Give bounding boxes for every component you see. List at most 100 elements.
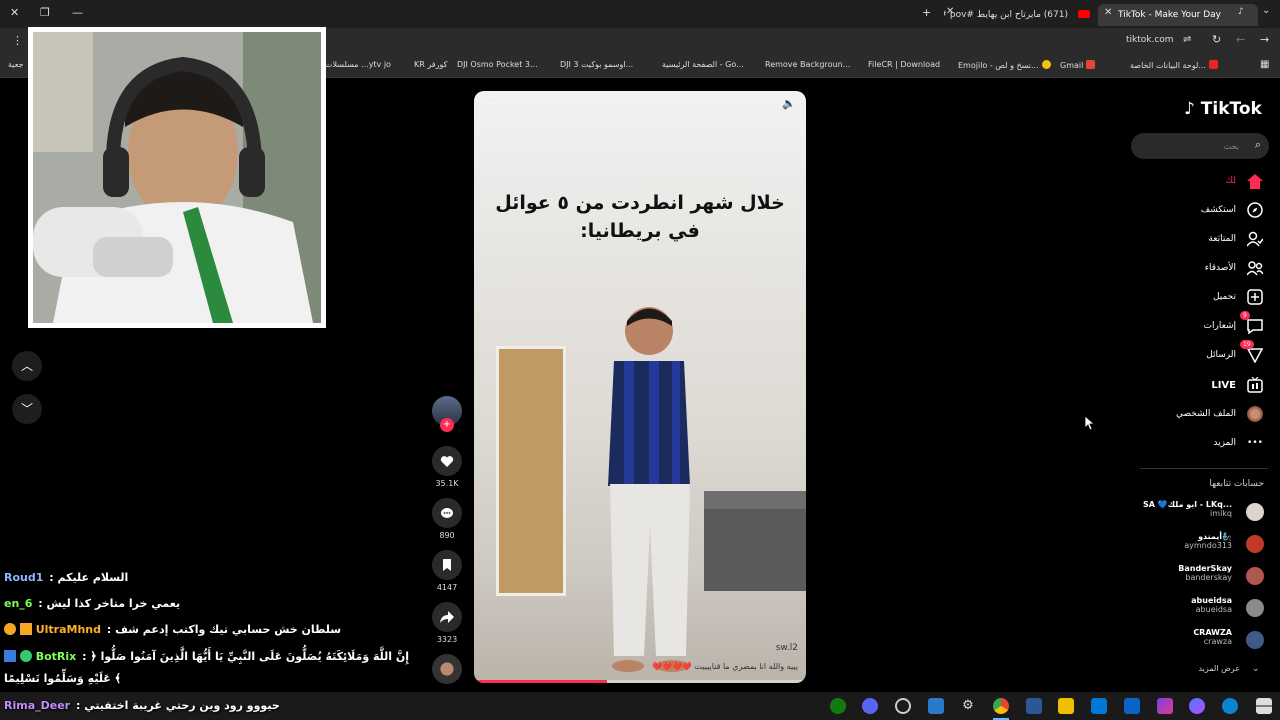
nav-messages[interactable]: الرسائل 19 (1206, 340, 1264, 366)
minimize-window-icon[interactable]: — (72, 6, 83, 19)
verified-icon (19, 650, 32, 662)
bookmark-item[interactable]: KR كورفر (414, 60, 447, 69)
video-player[interactable]: ··· 🔈 خلال شهر انطردت من ٥ عوائل في بريط… (474, 91, 806, 683)
share-icon[interactable] (432, 602, 462, 632)
chat-message: en_6 : يعمي خرا متاخر كذا ليش (4, 597, 181, 610)
nav-upload[interactable]: تحميل (1213, 286, 1264, 308)
account-avatar[interactable] (1246, 535, 1264, 553)
following-account[interactable]: CRAWZA crawza (1193, 628, 1232, 646)
edge-icon[interactable] (1222, 698, 1238, 714)
bookmark-item[interactable]: الصفحة الرئيسية - Go... (662, 60, 744, 69)
bed-image (704, 491, 806, 591)
menu-dots-icon[interactable]: ⋮ (12, 34, 23, 47)
apps-grid-icon[interactable]: ▦ (1260, 59, 1269, 70)
restore-window-icon[interactable]: ❐ (40, 6, 50, 19)
comment-icon[interactable] (432, 498, 462, 528)
mouse-cursor-icon (1085, 416, 1095, 431)
more-icon: ••• (1247, 438, 1263, 448)
live-icon (1246, 376, 1264, 394)
send-icon: 19 (1240, 340, 1264, 364)
obs-icon[interactable] (895, 698, 911, 714)
teams-icon[interactable] (1157, 698, 1173, 714)
bookmark-item[interactable]: جعية (8, 60, 24, 69)
volume-icon[interactable]: 🔈 (782, 97, 796, 110)
creator-avatar-button[interactable]: + (432, 396, 462, 432)
save-action[interactable]: 4147 (432, 550, 462, 592)
message-badge: 19 (1240, 340, 1254, 349)
bookmark-item[interactable]: مسلسلات ...ytv jo (325, 60, 391, 69)
bookmark-icon[interactable] (432, 550, 462, 580)
following-title: حسابات تتابعها (1209, 479, 1264, 489)
following-account[interactable]: SA 💙ابو ملك - LKq... imlkq (1143, 500, 1232, 518)
tab-tiktok[interactable]: TikTok - Make Your Day (1098, 4, 1258, 26)
forward-icon[interactable]: ← (1236, 33, 1245, 46)
browser-tab-bar: ✕ ❐ — + (671) مايرتاح ابن يهايط #pov #تك… (0, 0, 1280, 28)
tiktok-logo[interactable]: ♪ TikTok (1184, 99, 1262, 119)
crown-icon (19, 623, 32, 635)
settings-gear-icon[interactable]: ⚙ (960, 698, 976, 714)
file-explorer-icon[interactable] (1058, 698, 1074, 714)
nav-live[interactable]: LIVE (1211, 374, 1264, 396)
follow-plus-icon[interactable]: + (440, 418, 454, 432)
nav-more[interactable]: المزيد ••• (1213, 432, 1264, 454)
outlook-icon[interactable] (1124, 698, 1140, 714)
video-progress-bar[interactable] (474, 680, 806, 683)
close-window-icon[interactable]: ✕ (10, 6, 19, 19)
like-action[interactable]: 35.1K (432, 446, 462, 488)
following-account[interactable]: abueidsa abueidsa (1191, 596, 1232, 614)
bookmark-item[interactable]: لوحة البيانات الخاصة... (1130, 60, 1218, 70)
url-field[interactable]: tiktok.com (1126, 35, 1174, 45)
site-settings-icon[interactable]: ⇌ (1183, 34, 1191, 45)
xbox-icon[interactable] (830, 698, 846, 714)
search-box[interactable]: ⌕ (1131, 133, 1269, 159)
tab-search-icon[interactable]: ⌄ (1262, 5, 1270, 16)
windows-start-icon[interactable] (1256, 698, 1272, 714)
comment-action[interactable]: 890 (432, 498, 462, 540)
see-more-link[interactable]: عرض المزيد (1198, 664, 1240, 673)
back-icon[interactable]: → (1260, 33, 1269, 46)
reload-icon[interactable]: ↻ (1212, 33, 1221, 46)
following-account[interactable]: أيمندو🧞 aymndo313 (1184, 532, 1232, 550)
nav-for-you[interactable]: لك (1226, 170, 1264, 192)
bookmark-item[interactable]: DJI Osmo Pocket 3... (457, 60, 538, 69)
chat-message: Rima_Deer : حيووو رود وين رحتي غريبة اخت… (4, 699, 280, 712)
following-account[interactable]: BanderSkay banderskay (1178, 564, 1232, 582)
nav-notifications[interactable]: إشعارات 9 (1204, 311, 1264, 337)
previous-video-button[interactable]: ︿ (12, 351, 42, 381)
bookmark-item[interactable]: Emojilo - نسخ و لص... (958, 60, 1051, 70)
tab-youtube[interactable]: (671) مايرتاح ابن يهايط #pov #تك (944, 4, 1094, 26)
share-action[interactable]: 3323 (432, 602, 462, 644)
webcam-overlay (28, 27, 326, 328)
sound-disc-button[interactable] (432, 654, 462, 684)
chrome-icon[interactable] (993, 698, 1009, 714)
new-tab-icon[interactable]: + (922, 6, 931, 19)
chat-message-continuation: عَلَيْهِ وَسَلِّمُوا تَسْلِيمًا ﴾ (4, 672, 122, 685)
bookmark-item[interactable]: DJI اوسمو بوكيت 3... (560, 60, 633, 69)
store-icon[interactable] (1091, 698, 1107, 714)
app-f-icon[interactable] (928, 698, 944, 714)
nav-profile[interactable]: الملف الشخصي (1176, 403, 1264, 425)
remote-desktop-icon[interactable] (1026, 698, 1042, 714)
nav-friends[interactable]: الأصدقاء (1205, 257, 1264, 279)
account-avatar[interactable] (1246, 567, 1264, 585)
account-avatar[interactable] (1246, 599, 1264, 617)
avatar-icon (1246, 405, 1264, 423)
bookmark-item[interactable]: Remove Backgroun... (765, 60, 850, 69)
heart-icon[interactable] (432, 446, 462, 476)
search-icon[interactable]: ⌕ (1255, 138, 1261, 152)
account-avatar[interactable] (1246, 631, 1264, 649)
upload-icon (1246, 288, 1264, 306)
search-input[interactable] (1139, 138, 1239, 154)
close-tab-icon[interactable]: ✕ (946, 6, 954, 17)
chevron-down-icon[interactable]: ⌄ (1252, 664, 1260, 674)
nav-following[interactable]: المتابَعة (1208, 228, 1264, 250)
bookmark-item[interactable]: FileCR | Download (868, 60, 940, 69)
nav-explore[interactable]: استكشف (1201, 199, 1264, 221)
next-video-button[interactable]: ﹀ (12, 394, 42, 424)
copilot-icon[interactable] (1189, 698, 1205, 714)
discord-icon[interactable] (862, 698, 878, 714)
account-avatar[interactable] (1246, 503, 1264, 521)
video-more-icon[interactable]: ··· (484, 97, 495, 110)
close-tab-icon[interactable]: ✕ (1104, 7, 1112, 18)
bookmark-item[interactable]: Gmail (1060, 60, 1096, 70)
